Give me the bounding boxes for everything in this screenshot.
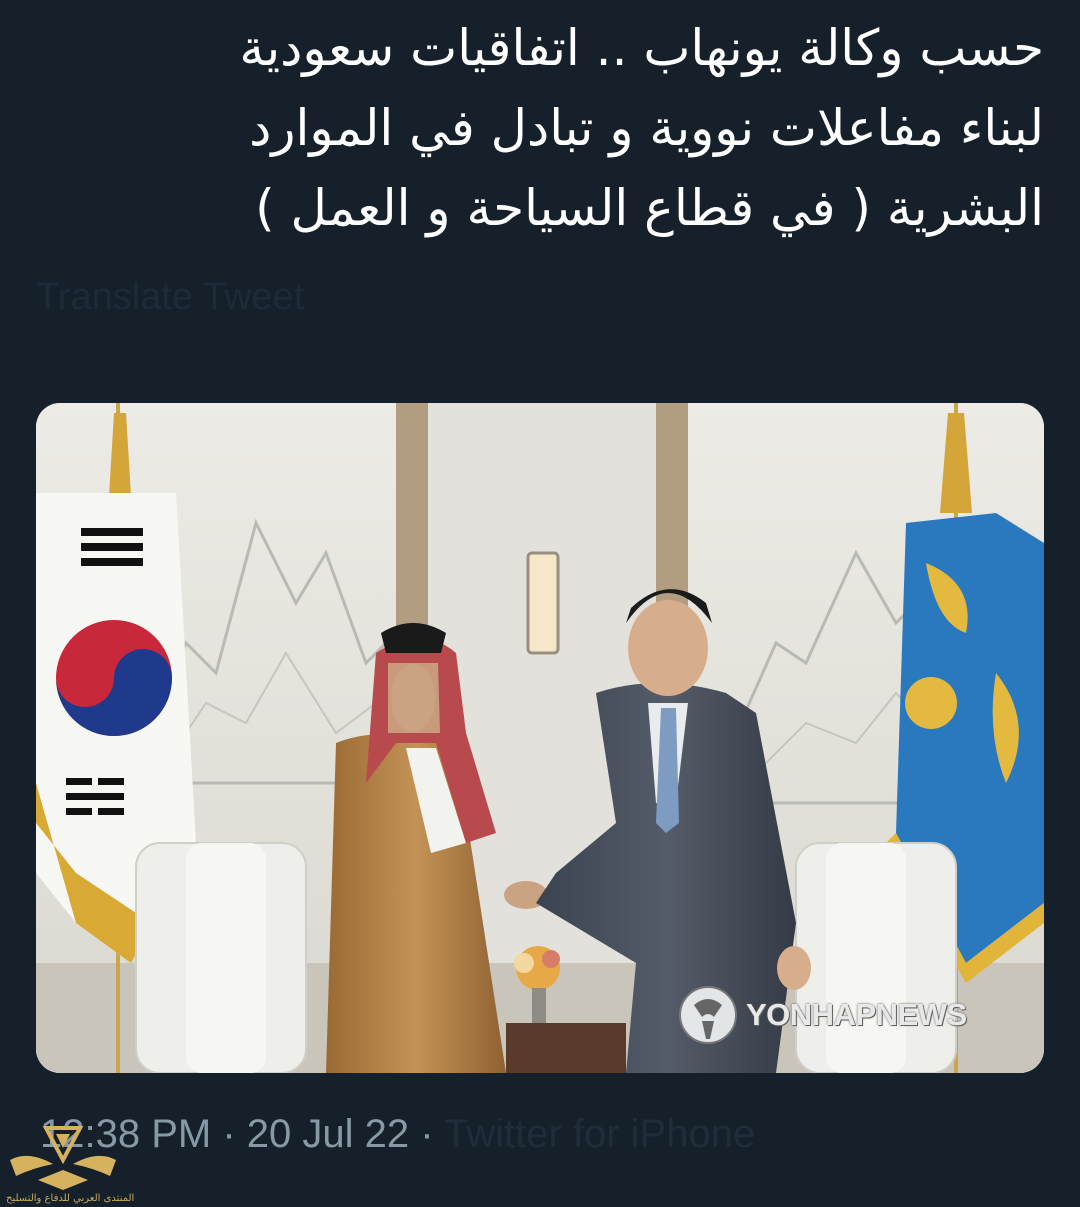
yonhap-watermark-text: YONHAPNEWS [746,997,967,1032]
tweet-source[interactable]: Twitter for iPhone [444,1112,755,1156]
forum-logo-icon [10,1126,116,1190]
meta-separator: · [420,1112,444,1156]
forum-watermark-text: المنتدى العربي للدفاع والتسليح [6,1193,135,1204]
translate-tweet-link[interactable]: Translate Tweet [36,276,304,319]
tweet-meta: 12:38 PM · 20 Jul 22 · Twitter for iPhon… [40,1112,755,1157]
yonhap-logo-icon [679,986,737,1044]
tweet-date[interactable]: 20 Jul 22 [247,1112,409,1156]
tweet-photo[interactable]: YONHAPNEWS [36,403,1044,1073]
tweet-text: حسب وكالة يونهاب .. اتفاقيات سعودية لبنا… [239,19,1044,237]
yonhap-watermark: YONHAPNEWS [676,983,967,1047]
meta-separator: · [222,1112,247,1156]
photo-image [36,403,1044,1073]
